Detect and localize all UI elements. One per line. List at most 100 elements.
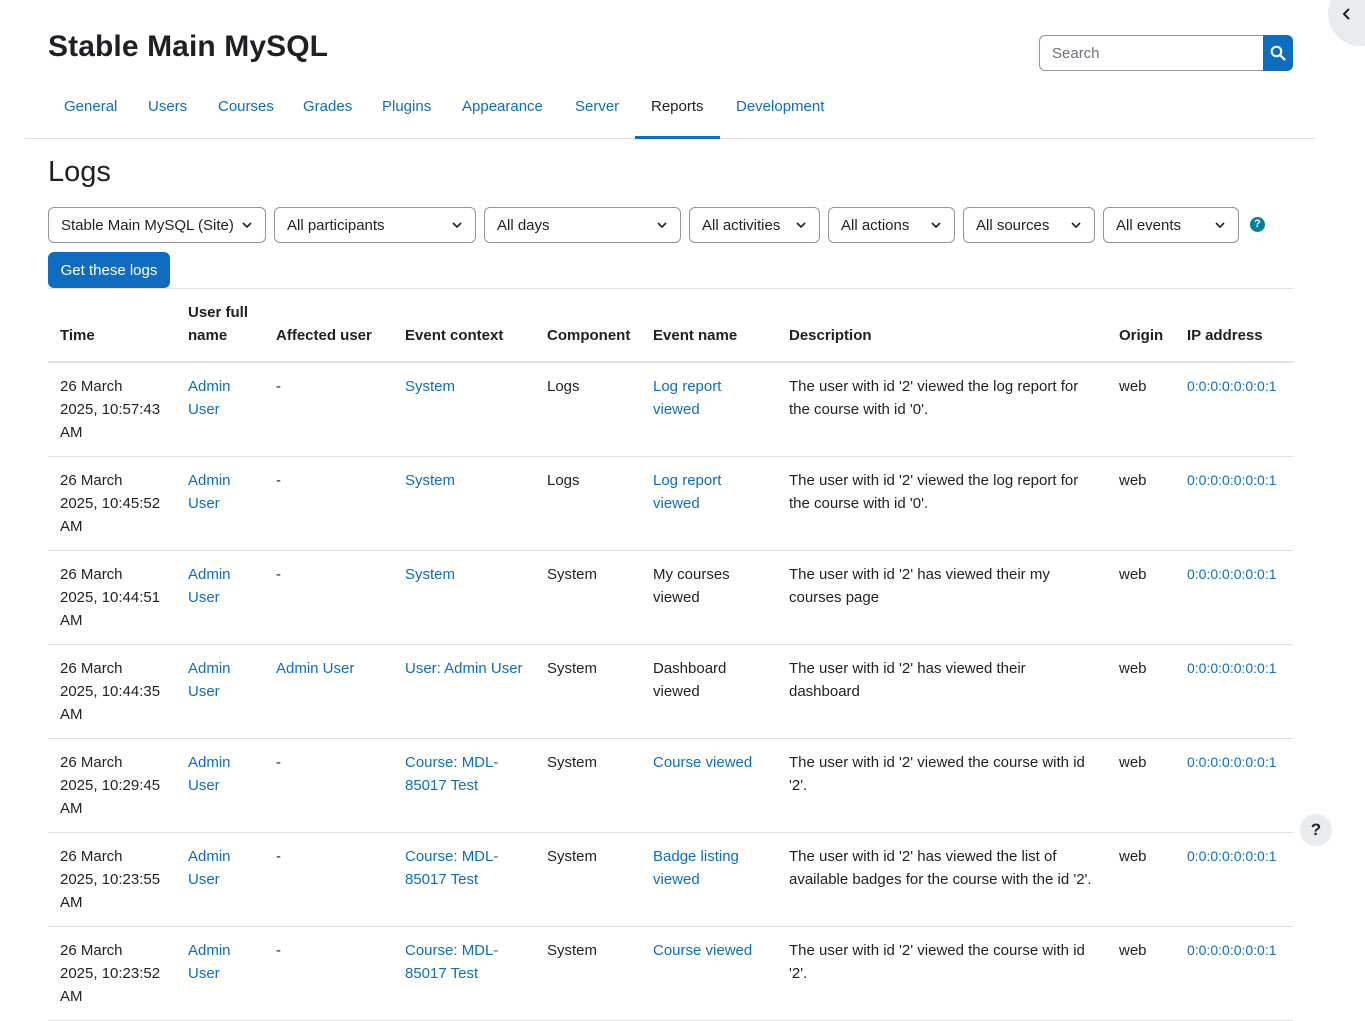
cell-component: System bbox=[535, 832, 641, 927]
tab-reports[interactable]: Reports bbox=[635, 88, 720, 139]
cell-affected-user: - bbox=[264, 832, 393, 927]
tab-development[interactable]: Development bbox=[720, 88, 840, 139]
cell-ip-link[interactable]: 0:0:0:0:0:0:0:1 bbox=[1187, 660, 1277, 676]
cell-time: 26 March 2025, 10:23:52 AM bbox=[48, 926, 176, 1021]
cell-description: The user with id '2' has viewed their da… bbox=[777, 644, 1107, 739]
tab-courses[interactable]: Courses bbox=[202, 88, 290, 139]
cell-description: The user with id '2' viewed the course w… bbox=[777, 738, 1107, 833]
chevron-down-icon bbox=[242, 222, 252, 229]
cell-context-link[interactable]: Course: MDL-85017 Test bbox=[405, 848, 498, 888]
col-header-affected-user[interactable]: Affected user bbox=[264, 289, 393, 363]
cell-affected-user: - bbox=[264, 456, 393, 551]
question-circle-icon[interactable]: ? bbox=[1250, 217, 1265, 232]
cell-time: 26 March 2025, 10:23:55 AM bbox=[48, 832, 176, 927]
tab-grades[interactable]: Grades bbox=[287, 88, 368, 139]
cell-user-link[interactable]: Admin User bbox=[188, 566, 231, 606]
activities-select-value: All activities bbox=[702, 216, 781, 234]
cell-ip-link[interactable]: 0:0:0:0:0:0:0:1 bbox=[1187, 942, 1277, 958]
cell-context-link[interactable]: Course: MDL-85017 Test bbox=[405, 754, 498, 794]
cell-context-link[interactable]: User: Admin User bbox=[405, 660, 523, 677]
cell-event-link[interactable]: Log report viewed bbox=[653, 472, 721, 512]
cell-user-link[interactable]: Admin User bbox=[188, 942, 231, 982]
table-row: 26 March 2025, 10:23:55 AM Admin User - … bbox=[48, 832, 1293, 927]
cell-event-name: My courses viewed bbox=[641, 550, 777, 645]
days-select[interactable]: All days bbox=[484, 207, 681, 243]
cell-component: System bbox=[535, 550, 641, 645]
sources-select[interactable]: All sources bbox=[963, 207, 1095, 243]
admin-secondary-nav: General Users Courses Grades Plugins App… bbox=[25, 88, 1316, 139]
tab-appearance[interactable]: Appearance bbox=[446, 88, 559, 139]
cell-ip-link[interactable]: 0:0:0:0:0:0:0:1 bbox=[1187, 754, 1277, 770]
search-input[interactable] bbox=[1039, 35, 1263, 71]
chevron-down-icon bbox=[1071, 222, 1081, 229]
activities-select[interactable]: All activities bbox=[689, 207, 820, 243]
col-header-ip-address[interactable]: IP address bbox=[1175, 289, 1293, 363]
col-header-origin[interactable]: Origin bbox=[1107, 289, 1175, 363]
participants-select[interactable]: All participants bbox=[274, 207, 476, 243]
tab-server[interactable]: Server bbox=[559, 88, 635, 139]
table-header-row: Time User full name Affected user Event … bbox=[48, 289, 1293, 363]
cell-context-link[interactable]: Course: MDL-85017 Test bbox=[405, 942, 498, 982]
cell-user-link[interactable]: Admin User bbox=[188, 472, 231, 512]
cell-origin: web bbox=[1107, 738, 1175, 833]
cell-origin: web bbox=[1107, 832, 1175, 927]
cell-context-link[interactable]: System bbox=[405, 378, 455, 395]
col-header-user-full-name[interactable]: User full name bbox=[176, 289, 264, 363]
cell-event-name: Dashboard viewed bbox=[641, 644, 777, 739]
events-select-value: All events bbox=[1116, 216, 1182, 234]
tab-general[interactable]: General bbox=[48, 88, 133, 139]
chevron-down-icon bbox=[796, 222, 806, 229]
cell-ip-link[interactable]: 0:0:0:0:0:0:0:1 bbox=[1187, 472, 1277, 488]
cell-affected-user: - bbox=[264, 550, 393, 645]
site-select[interactable]: Stable Main MySQL (Site) bbox=[48, 207, 266, 243]
tab-plugins[interactable]: Plugins bbox=[366, 88, 447, 139]
cell-description: The user with id '2' viewed the course w… bbox=[777, 926, 1107, 1021]
drawer-toggle-button[interactable] bbox=[1328, 0, 1365, 46]
cell-component: System bbox=[535, 644, 641, 739]
help-button[interactable]: ? bbox=[1300, 814, 1332, 846]
cell-component: Logs bbox=[535, 456, 641, 551]
cell-context-link[interactable]: System bbox=[405, 566, 455, 583]
site-title: Stable Main MySQL bbox=[48, 30, 329, 63]
cell-description: The user with id '2' has viewed the list… bbox=[777, 832, 1107, 927]
cell-event-link[interactable]: Course viewed bbox=[653, 942, 752, 959]
cell-context-link[interactable]: System bbox=[405, 472, 455, 489]
cell-ip-link[interactable]: 0:0:0:0:0:0:0:1 bbox=[1187, 848, 1277, 864]
cell-description: The user with id '2' viewed the log repo… bbox=[777, 456, 1107, 551]
events-select[interactable]: All events bbox=[1103, 207, 1239, 243]
cell-time: 26 March 2025, 10:57:43 AM bbox=[48, 362, 176, 457]
table-row: 26 March 2025, 10:45:52 AM Admin User - … bbox=[48, 456, 1293, 551]
search-button[interactable] bbox=[1263, 35, 1293, 71]
cell-user-link[interactable]: Admin User bbox=[188, 660, 231, 700]
col-header-event-name[interactable]: Event name bbox=[641, 289, 777, 363]
cell-ip-link[interactable]: 0:0:0:0:0:0:0:1 bbox=[1187, 566, 1277, 582]
cell-user-link[interactable]: Admin User bbox=[188, 378, 231, 418]
col-header-description[interactable]: Description bbox=[777, 289, 1107, 363]
col-header-component[interactable]: Component bbox=[535, 289, 641, 363]
cell-origin: web bbox=[1107, 644, 1175, 739]
cell-event-link[interactable]: Log report viewed bbox=[653, 378, 721, 418]
tab-users[interactable]: Users bbox=[132, 88, 203, 139]
col-header-event-context[interactable]: Event context bbox=[393, 289, 535, 363]
cell-affected-user: - bbox=[264, 362, 393, 457]
cell-component: System bbox=[535, 926, 641, 1021]
cell-ip-link[interactable]: 0:0:0:0:0:0:0:1 bbox=[1187, 378, 1277, 394]
cell-event-link[interactable]: Course viewed bbox=[653, 754, 752, 771]
cell-user-link[interactable]: Admin User bbox=[188, 848, 231, 888]
cell-component: System bbox=[535, 738, 641, 833]
get-logs-button[interactable]: Get these logs bbox=[48, 252, 170, 288]
actions-select[interactable]: All actions bbox=[828, 207, 955, 243]
cell-time: 26 March 2025, 10:44:35 AM bbox=[48, 644, 176, 739]
col-header-time[interactable]: Time bbox=[48, 289, 176, 363]
cell-user-link[interactable]: Admin User bbox=[188, 754, 231, 794]
chevron-down-icon bbox=[931, 222, 941, 229]
cell-event-link[interactable]: Badge listing viewed bbox=[653, 848, 739, 888]
cell-origin: web bbox=[1107, 550, 1175, 645]
search-icon bbox=[1270, 45, 1286, 61]
participants-select-value: All participants bbox=[287, 216, 385, 234]
days-select-value: All days bbox=[497, 216, 550, 234]
cell-affected-user: - bbox=[264, 738, 393, 833]
cell-time: 26 March 2025, 10:29:45 AM bbox=[48, 738, 176, 833]
cell-affected-user-link[interactable]: Admin User bbox=[276, 660, 354, 677]
search-form bbox=[1039, 35, 1293, 71]
